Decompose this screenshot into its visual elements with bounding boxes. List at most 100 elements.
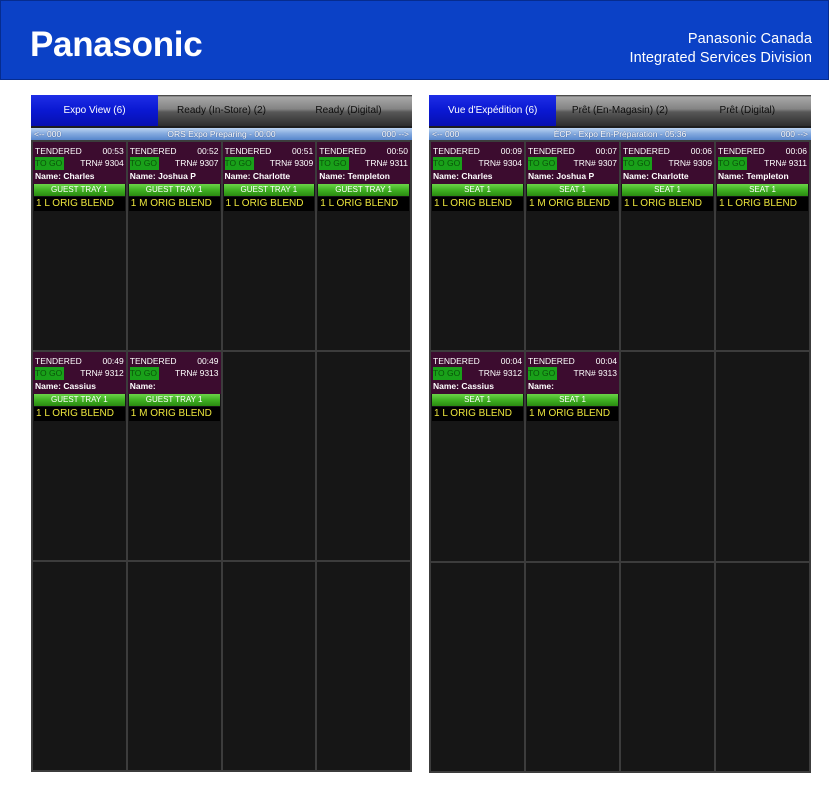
page-next-button[interactable]: 000 --> bbox=[781, 128, 808, 140]
order-ticket[interactable]: TENDERED 00:51 TO GO TRN# 9309 Name: Charlot… bbox=[222, 142, 316, 350]
transaction-number: TRN# 9307 bbox=[573, 158, 617, 168]
order-item: 1 M ORIG BLEND bbox=[128, 407, 220, 421]
order-grid: TENDERED 00:53 TO GO TRN# 9304 Name: Charles… bbox=[31, 140, 412, 772]
ticket-header: TENDERED 00:52 TO GO TRN# 9307 Name: Joshua … bbox=[127, 142, 221, 184]
customer-name: Name: Charlotte bbox=[623, 171, 689, 181]
seat-label: SEAT 1 bbox=[432, 394, 523, 407]
seat-label: SEAT 1 bbox=[527, 394, 618, 407]
ticket-header: TENDERED 00:09 TO GO TRN# 9304 Name: Charles bbox=[431, 142, 524, 184]
customer-name: Name: Charles bbox=[35, 171, 95, 181]
ticket-name-row: Name: Charles bbox=[433, 170, 522, 182]
ticket-name-row: Name: Cassius bbox=[35, 380, 124, 392]
ticket-name-row: Name: Charlotte bbox=[623, 170, 712, 182]
order-status: TENDERED bbox=[433, 356, 480, 367]
page-prev-button[interactable]: <-- 000 bbox=[432, 128, 459, 140]
ticket-status-row: TENDERED 00:09 bbox=[433, 145, 522, 157]
order-ticket[interactable]: TENDERED 00:49 TO GO TRN# 9312 Name: Cassius… bbox=[33, 352, 126, 560]
ticket-header: TENDERED 00:49 TO GO TRN# 9312 Name: Cassius bbox=[33, 352, 126, 394]
tab-pret-digital[interactable]: Prêt (Digital) bbox=[683, 95, 811, 126]
order-ticket[interactable]: TENDERED 00:53 TO GO TRN# 9304 Name: Charles… bbox=[33, 142, 126, 350]
customer-name: Name: Cassius bbox=[433, 381, 494, 392]
empty-order-slot bbox=[716, 352, 809, 561]
order-type-badge: TO GO bbox=[129, 157, 159, 170]
order-timer: 00:06 bbox=[785, 146, 807, 156]
order-type-badge: TO GO bbox=[129, 367, 159, 380]
empty-order-slot bbox=[222, 562, 316, 770]
order-ticket[interactable]: TENDERED 00:06 TO GO TRN# 9309 Name: Charlot… bbox=[621, 142, 714, 351]
ticket-name-row: Name: bbox=[130, 380, 219, 392]
order-ticket[interactable]: TENDERED 00:52 TO GO TRN# 9307 Name: Joshua … bbox=[127, 142, 221, 350]
order-timer: 00:06 bbox=[690, 146, 712, 156]
order-timer: 00:49 bbox=[102, 356, 124, 366]
order-ticket[interactable]: TENDERED 00:04 TO GO TRN# 9312 Name: Cassius… bbox=[431, 352, 524, 561]
order-ticket[interactable]: TENDERED 00:50 TO GO TRN# 9311 Name: Templet… bbox=[317, 142, 410, 350]
tab-ready-digital[interactable]: Ready (Digital) bbox=[285, 95, 412, 126]
ticket-type-row: TO GO TRN# 9312 bbox=[35, 367, 124, 380]
ticket-header: TENDERED 00:50 TO GO TRN# 9311 Name: Templet… bbox=[317, 142, 410, 184]
transaction-number: TRN# 9313 bbox=[573, 368, 617, 379]
order-ticket[interactable]: TENDERED 00:06 TO GO TRN# 9311 Name: Templet… bbox=[716, 142, 809, 351]
transaction-number: TRN# 9304 bbox=[478, 158, 522, 168]
empty-order-slot bbox=[621, 562, 714, 771]
order-timer: 00:50 bbox=[386, 146, 408, 156]
order-item: 1 L ORIG BLEND bbox=[717, 197, 808, 211]
status-bar: <-- 000 ÉCP - Expo En-Préparation - 05:3… bbox=[429, 128, 811, 140]
page-next-button[interactable]: 000 --> bbox=[382, 128, 409, 140]
order-status: TENDERED bbox=[319, 146, 367, 156]
ticket-header: TENDERED 00:06 TO GO TRN# 9309 Name: Charlot… bbox=[621, 142, 714, 184]
seat-label: GUEST TRAY 1 bbox=[223, 184, 315, 196]
seat-label: GUEST TRAY 1 bbox=[318, 184, 409, 196]
empty-order-slot bbox=[716, 562, 809, 771]
empty-order-slot bbox=[621, 352, 714, 561]
status-bar: <-- 000 ORS Expo Preparing - 00:00 000 -… bbox=[31, 128, 412, 140]
order-grid: TENDERED 00:09 TO GO TRN# 9304 Name: Charles… bbox=[429, 140, 811, 773]
ticket-header: TENDERED 00:06 TO GO TRN# 9311 Name: Templet… bbox=[716, 142, 809, 184]
order-item: 1 L ORIG BLEND bbox=[432, 197, 523, 211]
tab-vue-expedition[interactable]: Vue d'Expédition (6) bbox=[429, 95, 557, 126]
order-status: TENDERED bbox=[528, 146, 575, 156]
ticket-name-row: Name: Charlotte bbox=[225, 170, 314, 182]
order-type-badge: TO GO bbox=[224, 157, 254, 170]
ticket-status-row: TENDERED 00:06 bbox=[718, 145, 807, 157]
order-ticket[interactable]: TENDERED 00:04 TO GO TRN# 9313 Name: SEAT 11 … bbox=[526, 352, 619, 561]
division-info: Panasonic Canada Integrated Services Div… bbox=[629, 30, 812, 68]
order-status: TENDERED bbox=[129, 356, 177, 366]
order-status: TENDERED bbox=[623, 146, 670, 156]
ticket-name-row: Name: Templeton bbox=[718, 170, 807, 182]
ticket-header: TENDERED 00:04 TO GO TRN# 9312 Name: Cassius bbox=[431, 352, 524, 395]
order-item: 1 L ORIG BLEND bbox=[223, 197, 315, 211]
page-prev-button[interactable]: <-- 000 bbox=[34, 128, 61, 140]
customer-name: Name: Joshua P bbox=[129, 171, 196, 181]
order-ticket[interactable]: TENDERED 00:09 TO GO TRN# 9304 Name: Charles… bbox=[431, 142, 524, 351]
ticket-type-row: TO GO TRN# 9307 bbox=[528, 157, 617, 170]
ticket-status-row: TENDERED 00:07 bbox=[528, 145, 617, 157]
order-type-badge: TO GO bbox=[623, 157, 653, 170]
order-status: TENDERED bbox=[129, 146, 177, 156]
order-item: 1 M ORIG BLEND bbox=[527, 197, 618, 211]
transaction-number: TRN# 9313 bbox=[175, 368, 219, 378]
view-tabs: Expo View (6) Ready (In-Store) (2) Ready… bbox=[31, 95, 412, 126]
order-timer: 00:52 bbox=[197, 146, 219, 156]
order-status: TENDERED bbox=[718, 146, 765, 156]
customer-name: Name: Charlotte bbox=[224, 171, 291, 181]
ticket-status-row: TENDERED 00:04 bbox=[528, 355, 617, 367]
order-status: TENDERED bbox=[433, 146, 480, 156]
tab-pret-en-magasin[interactable]: Prêt (En-Magasin) (2) bbox=[556, 95, 684, 126]
tab-ready-in-store[interactable]: Ready (In-Store) (2) bbox=[158, 95, 285, 126]
order-timer: 00:04 bbox=[595, 356, 617, 367]
tab-expo-view[interactable]: Expo View (6) bbox=[31, 95, 158, 126]
order-item: 1 M ORIG BLEND bbox=[128, 197, 220, 211]
ticket-header: TENDERED 00:53 TO GO TRN# 9304 Name: Charles bbox=[33, 142, 126, 184]
transaction-number: TRN# 9304 bbox=[80, 158, 124, 168]
order-type-badge: TO GO bbox=[528, 157, 558, 170]
transaction-number: TRN# 9307 bbox=[175, 158, 219, 168]
order-item: 1 L ORIG BLEND bbox=[34, 197, 125, 211]
ticket-header: TENDERED 00:49 TO GO TRN# 9313 Name: bbox=[127, 352, 221, 394]
ticket-status-row: TENDERED 00:04 bbox=[433, 355, 522, 367]
order-type-badge: TO GO bbox=[528, 367, 558, 381]
empty-order-slot bbox=[431, 562, 524, 771]
order-ticket[interactable]: TENDERED 00:49 TO GO TRN# 9313 Name: GUEST TR… bbox=[127, 352, 221, 560]
ticket-status-row: TENDERED 00:50 bbox=[319, 145, 408, 157]
order-item: 1 L ORIG BLEND bbox=[318, 197, 409, 211]
order-ticket[interactable]: TENDERED 00:07 TO GO TRN# 9307 Name: Joshua … bbox=[526, 142, 619, 351]
